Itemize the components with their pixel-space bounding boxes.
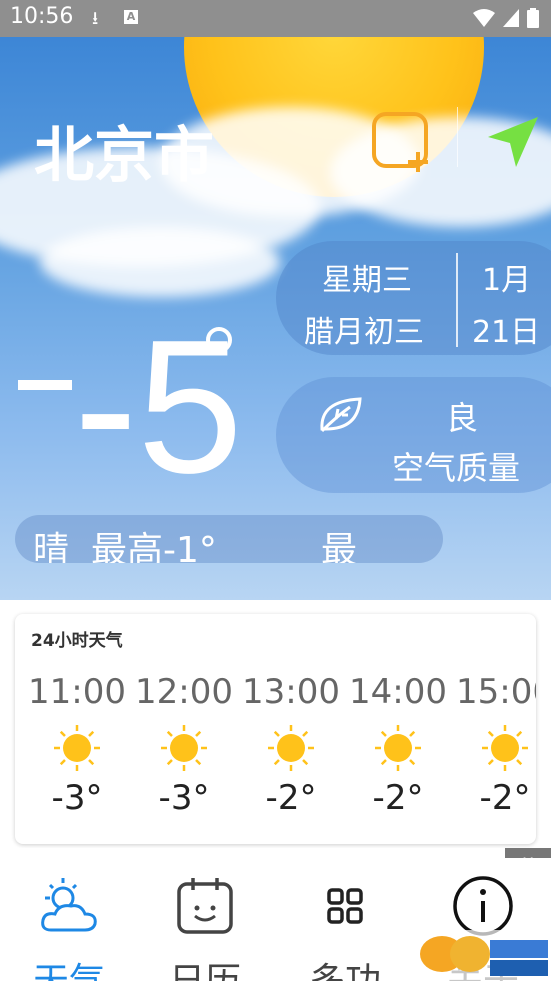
- leaf-icon: [320, 397, 362, 433]
- sun-icon: [267, 724, 315, 772]
- location-arrow-icon[interactable]: [486, 115, 540, 169]
- high-temperature: 最高-1°: [91, 530, 217, 563]
- weather-summary-bar: 晴 最高-1° 最: [15, 515, 443, 563]
- hourly-temp: -2°: [372, 778, 424, 818]
- nav-label: 天气: [14, 952, 124, 981]
- a-icon: A: [124, 10, 138, 24]
- hourly-item: 12:00 -3°: [130, 672, 238, 818]
- nav-label: 日历: [150, 952, 260, 981]
- air-quality-label: 空气质量: [392, 449, 521, 487]
- weather-condition: 晴: [33, 530, 70, 563]
- weekday: 星期三: [322, 263, 412, 298]
- month: 1月: [482, 263, 532, 298]
- hourly-time: 13:00: [242, 672, 340, 712]
- hourly-temp: -3°: [158, 778, 210, 818]
- info-icon: [453, 876, 513, 936]
- grid-icon: [327, 888, 363, 924]
- low-temperature: 最: [321, 530, 358, 563]
- wifi-icon: [473, 9, 495, 27]
- date-card: 星期三 腊月初三 1月 21日: [276, 241, 551, 355]
- lunar-date: 腊月初三: [304, 315, 424, 350]
- nav-item-tools[interactable]: 多功: [290, 874, 400, 981]
- hourly-time: 12:00: [135, 672, 233, 712]
- sun-icon-graphic: [161, 725, 207, 771]
- hourly-item: 14:00 -2°: [344, 672, 452, 818]
- hourly-time: 14:00: [349, 672, 447, 712]
- add-city-icon[interactable]: [370, 110, 434, 174]
- sun-icon-graphic: [54, 725, 100, 771]
- date-divider: [456, 253, 458, 347]
- cloud-illustration: [40, 227, 280, 297]
- sun-icon: [160, 724, 208, 772]
- site-watermark-logo: [412, 930, 551, 981]
- hourly-item: 13:00 -2°: [237, 672, 345, 818]
- battery-icon: [527, 8, 539, 28]
- nav-item-weather[interactable]: 天气: [14, 874, 124, 981]
- sun-icon: [374, 724, 422, 772]
- status-time: 10:56: [10, 4, 74, 29]
- nav-item-calendar[interactable]: 日历: [150, 874, 260, 981]
- air-quality-card[interactable]: 良 空气质量: [276, 377, 551, 493]
- temperature-minus: [18, 380, 72, 390]
- hourly-temp: -2°: [265, 778, 317, 818]
- sun-icon-graphic: [482, 725, 528, 771]
- hourly-forecast-card[interactable]: 24小时天气 11:00 -3° 12:00 -3° 13:00 -2° 14:…: [15, 614, 536, 844]
- sun-icon-graphic: [375, 725, 421, 771]
- sun-icon-graphic: [268, 725, 314, 771]
- ad-strip: [0, 848, 551, 858]
- weather-icon: [41, 878, 97, 932]
- hourly-temp: -2°: [479, 778, 531, 818]
- status-icons: [473, 8, 539, 28]
- hourly-forecast-title: 24小时天气: [31, 631, 123, 651]
- city-name[interactable]: 北京市: [34, 107, 214, 194]
- day: 21日: [472, 315, 541, 350]
- hourly-time: 15:00: [456, 672, 536, 712]
- air-quality-level: 良: [446, 399, 479, 437]
- hourly-temp: -3°: [51, 778, 103, 818]
- signal-icon: [503, 9, 519, 27]
- calendar-icon: [177, 878, 233, 934]
- sun-icon: [481, 724, 529, 772]
- degree-symbol: [206, 327, 232, 353]
- hourly-item: 11:00 -3°: [23, 672, 131, 818]
- sun-icon: [53, 724, 101, 772]
- header-divider: [457, 107, 458, 167]
- hourly-item: 15:00 -2°: [451, 672, 536, 818]
- weather-hero: 北京市 -5 星期三 腊月初三 1月 21日 良 空气质量 晴 最高-1° 最: [0, 37, 551, 600]
- download-icon: ⭳: [92, 8, 99, 29]
- nav-label: 多功: [290, 952, 400, 981]
- status-bar: 10:56 ⭳ A: [0, 0, 551, 37]
- hourly-time: 11:00: [28, 672, 126, 712]
